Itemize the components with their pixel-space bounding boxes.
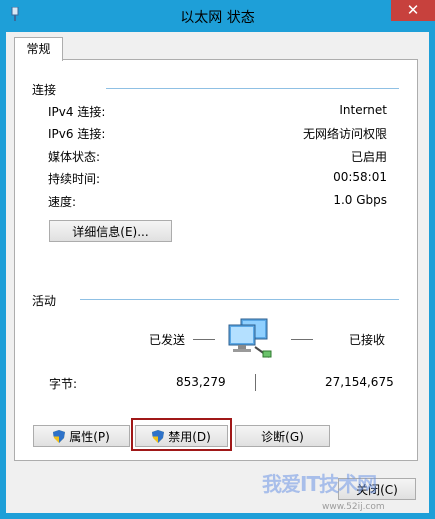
speed-label: 速度:	[48, 195, 77, 209]
title-bar[interactable]: 以太网 状态 ✕	[0, 0, 435, 32]
bytes-received-value: 27,154,675	[325, 375, 394, 389]
ethernet-status-window: 以太网 状态 ✕ 常规 连接 IPv4 连接: Internet IPv6 连接…	[0, 0, 435, 519]
sent-dash	[193, 339, 215, 340]
details-button[interactable]: 详细信息(E)...	[49, 220, 172, 242]
ipv6-value: 无网络访问权限	[302, 127, 387, 141]
diagnose-button[interactable]: 诊断(G)	[235, 425, 330, 447]
connection-group-title: 连接	[32, 83, 57, 97]
tab-general[interactable]: 常规	[14, 37, 63, 61]
received-dash	[291, 339, 313, 340]
media-state-label: 媒体状态:	[48, 150, 101, 164]
bytes-label: 字节:	[49, 377, 78, 391]
properties-button[interactable]: 属性(P)	[33, 425, 130, 447]
network-computers-icon	[227, 317, 273, 363]
sent-label: 已发送	[149, 333, 186, 347]
close-window-button[interactable]: ✕	[391, 0, 435, 21]
received-label: 已接收	[349, 333, 386, 347]
bytes-sent-value: 853,279	[176, 375, 226, 389]
activity-group-divider	[80, 299, 399, 300]
activity-group-title: 活动	[32, 294, 57, 308]
disable-button-label: 禁用(D)	[168, 430, 211, 444]
media-state-value: 已启用	[350, 150, 387, 164]
speed-value: 1.0 Gbps	[333, 193, 387, 207]
bytes-divider	[255, 374, 256, 391]
ipv4-label: IPv4 连接:	[48, 105, 106, 119]
watermark-logo: 我爱IT技术网	[262, 472, 377, 496]
watermark-url: www.52ij.com	[322, 502, 385, 512]
uac-shield-icon	[53, 428, 66, 443]
uac-shield-icon	[152, 428, 165, 443]
duration-value: 00:58:01	[333, 170, 387, 184]
connection-group-divider	[106, 88, 399, 89]
disable-button[interactable]: 禁用(D)	[135, 425, 228, 447]
ipv4-value: Internet	[339, 103, 387, 117]
window-title: 以太网 状态	[180, 10, 255, 26]
properties-button-label: 属性(P)	[69, 430, 110, 444]
ipv6-label: IPv6 连接:	[48, 127, 106, 141]
duration-label: 持续时间:	[48, 172, 101, 186]
